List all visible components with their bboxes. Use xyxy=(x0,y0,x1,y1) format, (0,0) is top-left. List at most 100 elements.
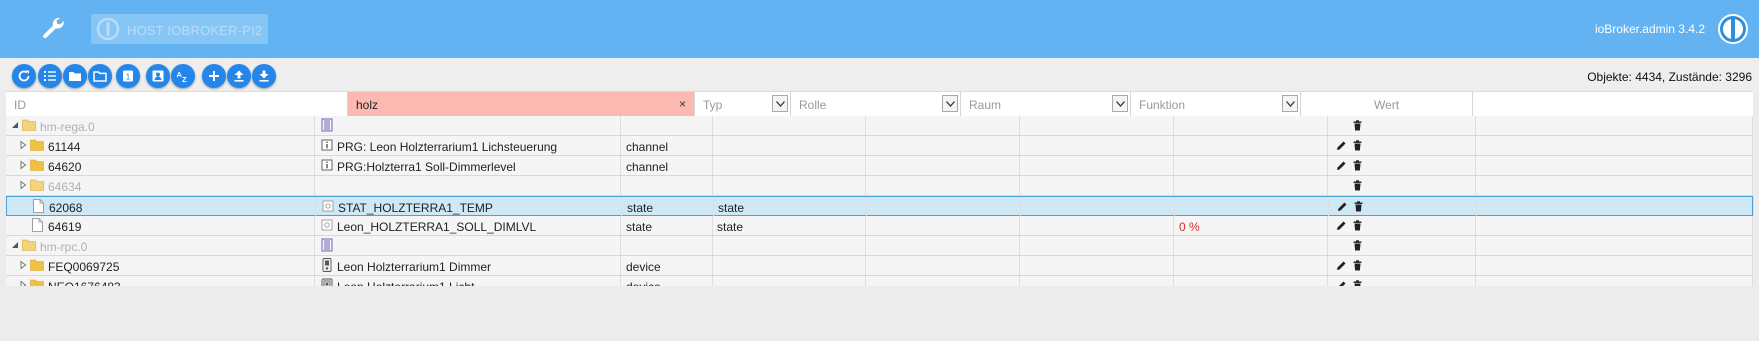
table-cell xyxy=(1476,256,1753,275)
object-name: PRG:Holzterra1 Soll-Dimmerlevel xyxy=(337,160,516,174)
table-cell xyxy=(713,156,866,175)
add-object-button[interactable] xyxy=(202,64,226,88)
delete-trash-icon[interactable] xyxy=(1352,140,1363,151)
clear-filter-icon[interactable]: × xyxy=(679,97,686,111)
table-cell xyxy=(1174,156,1328,175)
program-icon xyxy=(321,159,333,171)
object-type: channel xyxy=(626,160,669,174)
object-counts: Objekte: 4434, Zustände: 3296 xyxy=(1587,70,1752,84)
delete-trash-icon[interactable] xyxy=(1352,220,1363,231)
value-header-label: Wert xyxy=(1373,98,1400,112)
collapse-all-button[interactable] xyxy=(63,64,87,88)
object-type: state xyxy=(627,201,654,215)
expand-triangle-icon[interactable] xyxy=(18,260,28,270)
object-name: Leon Holzterrarium1 Dimmer xyxy=(337,260,492,274)
empty-area xyxy=(0,286,1759,341)
table-row[interactable]: 64620 PRG:Holzterra1 Soll-Dimmerlevel chan… xyxy=(6,156,1753,176)
number-view-button[interactable]: 1 xyxy=(116,64,140,88)
delete-trash-icon[interactable] xyxy=(1352,160,1363,171)
function-filter-select[interactable]: Funktion xyxy=(1131,92,1301,117)
chevron-down-icon[interactable] xyxy=(942,95,958,112)
table-cell xyxy=(1020,116,1174,135)
name-filter-input[interactable]: holz × xyxy=(348,92,695,117)
delete-trash-icon[interactable] xyxy=(1352,180,1363,191)
table-cell xyxy=(1328,216,1476,235)
edit-pencil-icon[interactable] xyxy=(1336,220,1347,231)
chevron-down-icon[interactable] xyxy=(1282,95,1298,112)
delete-trash-icon[interactable] xyxy=(1352,260,1363,271)
program-icon xyxy=(321,139,333,151)
toolbar: 1 AZ Objekte: 4434, Zustände: 3296 xyxy=(0,58,1759,90)
type-filter-select[interactable]: Typ xyxy=(695,92,791,117)
table-cell xyxy=(1328,236,1476,255)
table-row[interactable]: FEQ0069725 Leon Holzterrarium1 Dimmer devi… xyxy=(6,256,1753,276)
table-cell xyxy=(1476,236,1753,255)
object-id: 64619 xyxy=(48,220,82,234)
wrench-icon[interactable] xyxy=(40,15,66,41)
table-row[interactable]: 61144 PRG: Leon Holzterrarium1 Lichsteuer… xyxy=(6,136,1753,156)
edit-pencil-icon[interactable] xyxy=(1336,160,1347,171)
expand-triangle-icon[interactable] xyxy=(18,140,28,150)
edit-pencil-icon[interactable] xyxy=(1337,201,1348,212)
table-cell xyxy=(621,236,713,255)
table-cell xyxy=(866,156,1020,175)
dimmer-device-icon xyxy=(322,258,332,272)
delete-trash-icon[interactable] xyxy=(1352,120,1363,131)
table-row[interactable]: hm-rpc.0 xyxy=(6,236,1753,256)
collapse-triangle-icon[interactable] xyxy=(10,120,20,130)
table-row[interactable]: 64619 Leon_HOLZTERRA1_SOLL_DIMLVL state sta… xyxy=(6,216,1753,236)
table-cell xyxy=(866,216,1020,235)
svg-text:Z: Z xyxy=(182,75,187,83)
role-filter-placeholder: Rolle xyxy=(799,98,827,112)
object-id: hm-rpc.0 xyxy=(40,240,88,254)
sort-az-icon: AZ xyxy=(177,70,188,83)
table-cell xyxy=(713,236,866,255)
expand-triangle-icon[interactable] xyxy=(18,160,28,170)
refresh-button[interactable] xyxy=(12,64,36,88)
chevron-down-icon[interactable] xyxy=(1112,95,1128,112)
download-button[interactable] xyxy=(252,64,276,88)
table-cell xyxy=(315,236,621,255)
object-id: 64620 xyxy=(48,160,82,174)
table-cell xyxy=(866,136,1020,155)
table-cell xyxy=(621,116,713,135)
room-filter-select[interactable]: Raum xyxy=(961,92,1131,117)
adapter-icon xyxy=(321,118,333,132)
table-cell xyxy=(1020,256,1174,275)
iobroker-logo-icon[interactable] xyxy=(1717,13,1749,45)
table-cell xyxy=(1329,197,1477,216)
table-row[interactable]: 62068 STAT_HOLZTERRA1_TEMP state state xyxy=(6,196,1754,216)
expand-all-button[interactable] xyxy=(88,64,112,88)
object-tree: hm-rega.0 61144 PRG: Leon Holzterrarium1 L… xyxy=(6,116,1754,296)
edit-pencil-icon[interactable] xyxy=(1336,260,1347,271)
delete-trash-icon[interactable] xyxy=(1352,240,1363,251)
delete-trash-icon[interactable] xyxy=(1353,201,1364,212)
table-row[interactable]: hm-rega.0 xyxy=(6,116,1753,136)
table-cell xyxy=(1020,236,1174,255)
table-cell xyxy=(1174,256,1328,275)
iobroker-logo-icon xyxy=(96,17,120,41)
object-value[interactable]: 0 % xyxy=(1179,220,1200,234)
table-row[interactable]: 64634 xyxy=(6,176,1753,196)
table-cell xyxy=(1174,236,1328,255)
table-cell xyxy=(315,116,621,135)
table-cell xyxy=(1174,136,1328,155)
object-type: state xyxy=(626,220,653,234)
table-cell xyxy=(1020,216,1174,235)
table-cell xyxy=(713,176,866,195)
collapse-triangle-icon[interactable] xyxy=(10,240,20,250)
host-selector[interactable]: HOST IOBROKER-PI2 xyxy=(91,14,268,44)
id-filter-input[interactable]: ID xyxy=(6,92,348,117)
expand-triangle-icon[interactable] xyxy=(18,180,28,190)
host-name: HOST IOBROKER-PI2 xyxy=(127,23,263,38)
sort-button[interactable]: AZ xyxy=(171,64,195,88)
variable-icon xyxy=(321,219,333,231)
edit-object-button[interactable] xyxy=(146,64,170,88)
table-cell xyxy=(1476,176,1753,195)
role-filter-select[interactable]: Rolle xyxy=(791,92,961,117)
list-view-button[interactable] xyxy=(38,64,62,88)
chevron-down-icon[interactable] xyxy=(772,95,788,112)
upload-button[interactable] xyxy=(227,64,251,88)
edit-pencil-icon[interactable] xyxy=(1336,140,1347,151)
table-cell xyxy=(866,116,1020,135)
